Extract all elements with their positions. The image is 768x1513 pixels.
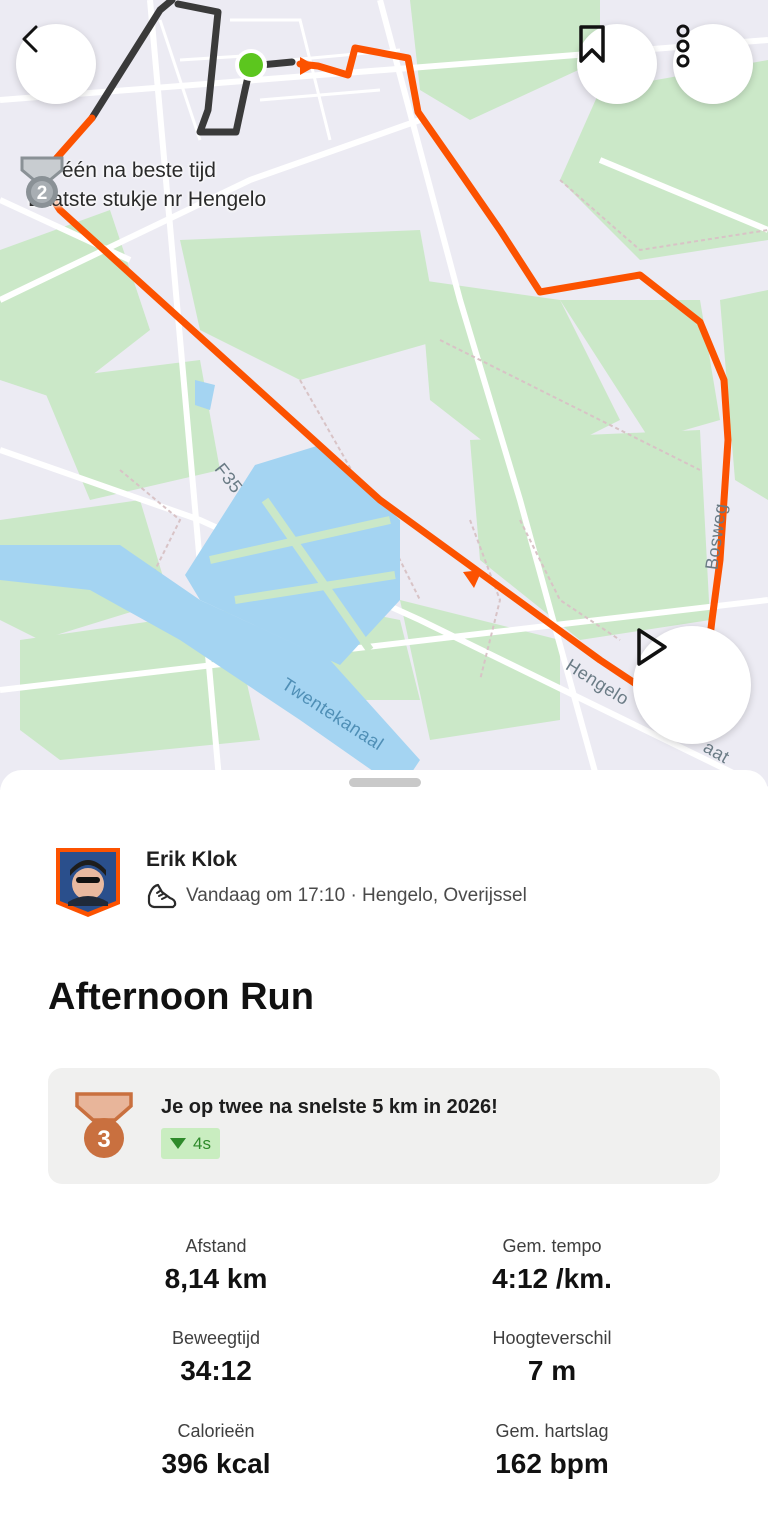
- stat-value: 8,14 km: [164, 1263, 268, 1294]
- activity-meta: Vandaag om 17:10 · Hengelo, Overijssel: [146, 882, 527, 910]
- bronze-medal-icon: 3: [75, 1092, 133, 1158]
- achievement-delta-badge: 4s: [161, 1128, 220, 1159]
- down-arrow-icon: [170, 1138, 186, 1149]
- svg-text:2: 2: [37, 183, 48, 204]
- chevron-left-icon: [22, 25, 38, 53]
- stat-value: 7 m: [527, 1355, 577, 1386]
- bookmark-icon: [579, 25, 605, 63]
- athlete-name[interactable]: Erik Klok: [146, 848, 237, 872]
- stat-value: 396 kcal: [161, 1448, 271, 1479]
- stat-label: Gem. tempo: [502, 1236, 602, 1256]
- more-options-button[interactable]: [673, 24, 753, 104]
- activity-date-location: Vandaag om 17:10 · Hengelo, Overijssel: [186, 885, 527, 906]
- achievement-card[interactable]: 3 Je op twee na snelste 5 km in 2026! 4s: [48, 1068, 720, 1184]
- start-marker: [239, 53, 263, 77]
- stat-value: 4:12 /km.: [492, 1263, 612, 1294]
- more-vertical-icon: [676, 24, 690, 68]
- play-icon: [637, 628, 667, 666]
- activity-sheet: Erik Klok Vandaag om 17:10 · Hengelo, Ov…: [0, 770, 768, 1513]
- stat-elevation: Hoogteverschil 7 m: [387, 1328, 717, 1387]
- segment-callout[interactable]: 2 Op één na beste tijd Laatste stukje nr…: [18, 156, 266, 214]
- route-map[interactable]: F35 Bosweg Hengelo aat Twentekanaal 2 Op…: [0, 0, 768, 790]
- silver-medal-icon: 2: [20, 156, 64, 208]
- sheet-drag-handle[interactable]: [349, 778, 421, 787]
- avatar[interactable]: [54, 846, 122, 918]
- stat-moving-time: Beweegtijd 34:12: [51, 1328, 381, 1387]
- stat-label: Hoogteverschil: [492, 1328, 612, 1348]
- svg-text:3: 3: [97, 1126, 110, 1153]
- back-button[interactable]: [16, 24, 96, 104]
- activity-title: Afternoon Run: [48, 976, 314, 1018]
- stat-distance: Afstand 8,14 km: [51, 1236, 381, 1295]
- achievement-text: Je op twee na snelste 5 km in 2026!: [161, 1096, 498, 1118]
- stat-heart-rate: Gem. hartslag 162 bpm: [387, 1421, 717, 1480]
- stat-label: Beweegtijd: [171, 1328, 261, 1348]
- stat-label: Calorieën: [177, 1421, 255, 1441]
- stat-pace: Gem. tempo 4:12 /km.: [387, 1236, 717, 1295]
- running-shoe-icon: [147, 883, 177, 909]
- achievement-delta: 4s: [193, 1133, 211, 1153]
- bookmark-button[interactable]: [577, 24, 657, 104]
- play-flyover-button[interactable]: [633, 626, 751, 744]
- stat-label: Afstand: [185, 1236, 247, 1256]
- stat-value: 162 bpm: [495, 1448, 609, 1479]
- stat-value: 34:12: [180, 1355, 252, 1386]
- stat-label: Gem. hartslag: [495, 1421, 609, 1441]
- stat-calories: Calorieën 396 kcal: [51, 1421, 381, 1480]
